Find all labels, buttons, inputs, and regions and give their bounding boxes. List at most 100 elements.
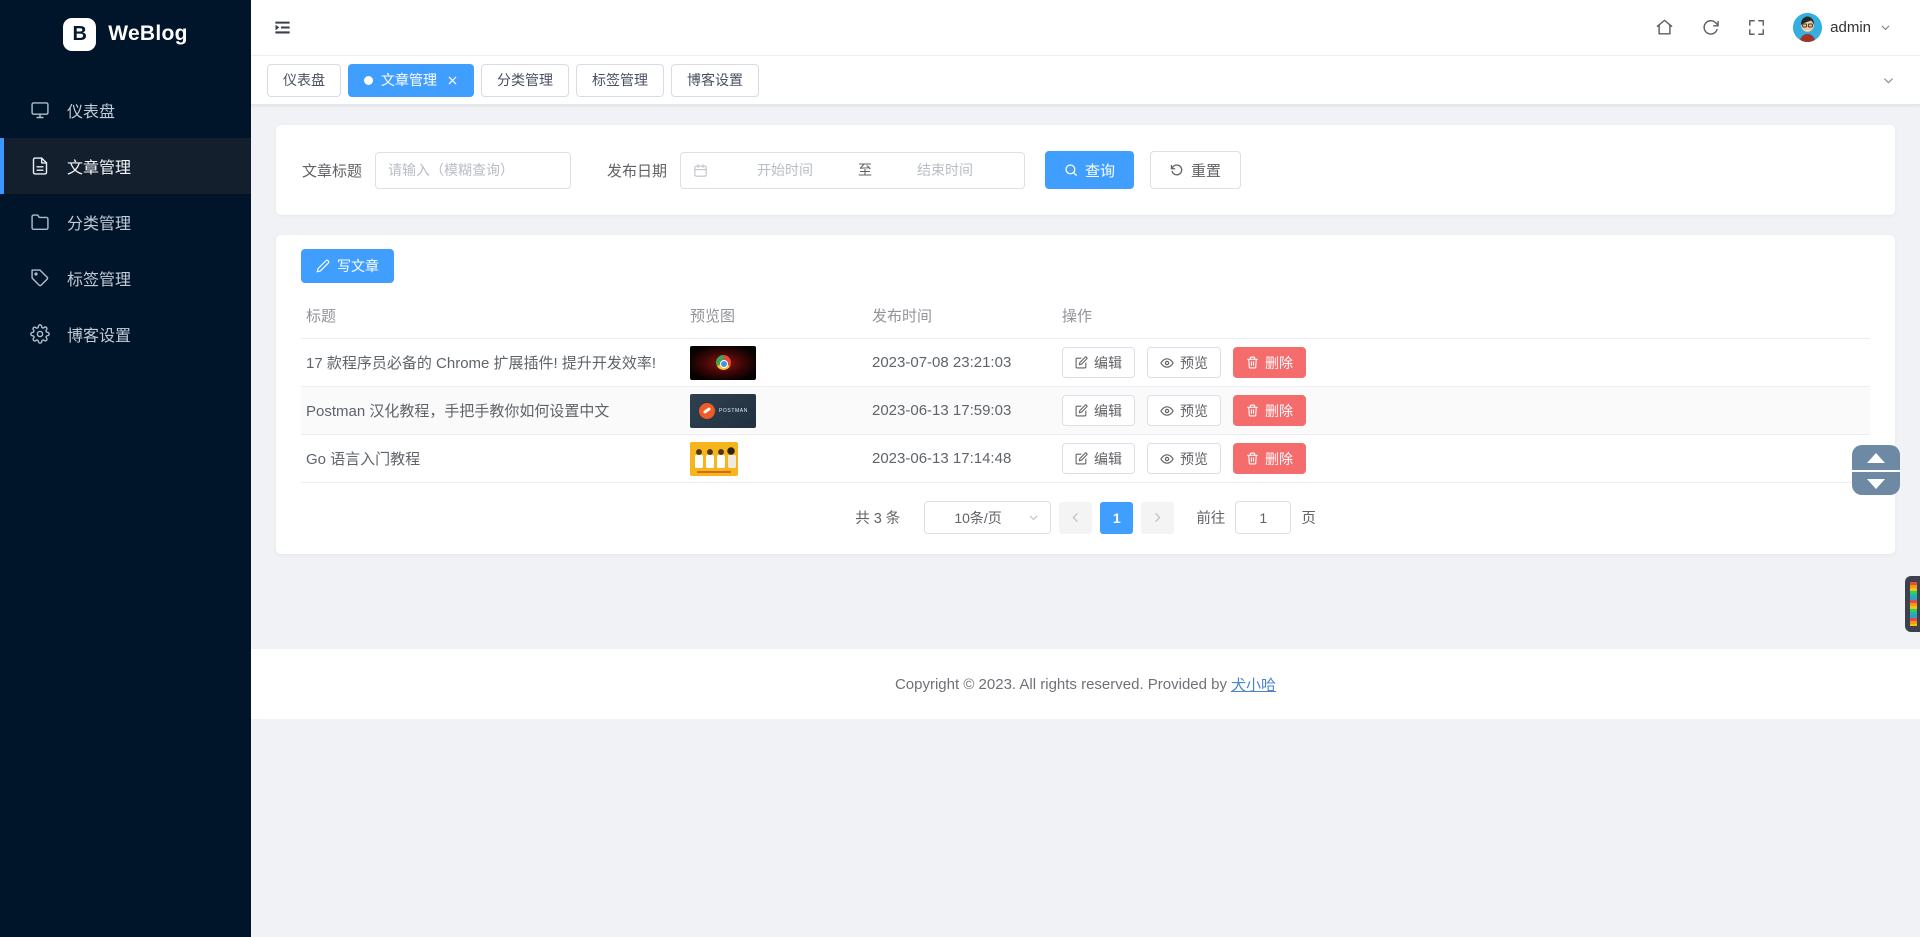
extension-handle[interactable]	[1905, 576, 1920, 632]
write-article-button[interactable]: 写文章	[301, 249, 394, 283]
sidebar-collapse-button[interactable]	[265, 10, 300, 45]
folder-icon	[30, 212, 50, 232]
preview-button[interactable]: 预览	[1147, 347, 1221, 378]
preview-button-label: 预览	[1180, 450, 1208, 467]
edit-button-label: 编辑	[1094, 354, 1122, 371]
end-date-placeholder[interactable]: 结束时间	[878, 160, 1012, 180]
article-published: 2023-06-13 17:14:48	[872, 450, 1012, 467]
sidebar-item-settings[interactable]: 博客设置	[0, 306, 251, 362]
edit-button-label: 编辑	[1094, 402, 1122, 419]
dashboard-icon	[30, 100, 50, 120]
preview-button-label: 预览	[1180, 402, 1208, 419]
refresh-icon[interactable]	[1701, 18, 1720, 37]
date-separator: 至	[858, 162, 873, 178]
sidebar: B WeBlog 仪表盘 文章管理 分类管理 标签管理 博客设置	[0, 0, 251, 937]
sidebar-item-tags[interactable]: 标签管理	[0, 250, 251, 306]
edit-button[interactable]: 编辑	[1062, 347, 1135, 378]
trash-icon	[1246, 404, 1259, 417]
eye-icon	[1160, 404, 1174, 418]
reset-button-label: 重置	[1191, 162, 1222, 180]
publish-date-label: 发布日期	[607, 162, 668, 180]
sidebar-item-label: 分类管理	[67, 216, 132, 233]
sidebar-item-label: 仪表盘	[67, 104, 116, 121]
tab-categories[interactable]: 分类管理	[481, 63, 569, 97]
date-range-picker[interactable]: 开始时间 至 结束时间	[680, 151, 1026, 189]
article-published: 2023-07-08 23:21:03	[872, 354, 1012, 371]
sidebar-item-dashboard[interactable]: 仪表盘	[0, 82, 251, 138]
home-icon[interactable]	[1655, 18, 1674, 37]
chevron-down-icon	[1879, 21, 1892, 34]
page-size-select[interactable]: 10条/页	[924, 501, 1052, 534]
sidebar-item-categories[interactable]: 分类管理	[0, 194, 251, 250]
sidebar-menu: 仪表盘 文章管理 分类管理 标签管理 博客设置	[0, 82, 251, 362]
row-actions: 编辑 预览 删除	[1062, 443, 1865, 474]
background-area	[251, 719, 1920, 937]
preview-button[interactable]: 预览	[1147, 395, 1221, 426]
tab-tags[interactable]: 标签管理	[576, 63, 664, 97]
delete-button[interactable]: 删除	[1233, 443, 1306, 474]
scroll-to-bottom-button[interactable]	[1852, 470, 1900, 495]
eye-icon	[1160, 356, 1174, 370]
article-title-label: 文章标题	[302, 162, 363, 180]
edit-button[interactable]: 编辑	[1062, 395, 1135, 426]
avatar	[1793, 13, 1823, 42]
row-actions: 编辑 预览 删除	[1062, 395, 1865, 426]
article-title: 17 款程序员必备的 Chrome 扩展插件! 提升开发效率!	[306, 355, 657, 372]
brand-logo[interactable]: B WeBlog	[0, 0, 251, 68]
reset-button[interactable]: 重置	[1150, 151, 1242, 189]
user-menu[interactable]: admin	[1793, 13, 1892, 42]
provider-link[interactable]: 犬小哈	[1231, 674, 1276, 695]
next-page-button[interactable]	[1141, 501, 1175, 534]
sidebar-item-articles[interactable]: 文章管理	[0, 138, 251, 194]
article-thumbnail	[690, 345, 756, 380]
sidebar-item-label: 博客设置	[67, 328, 132, 345]
delete-button-label: 删除	[1265, 354, 1293, 371]
article-published: 2023-06-13 17:59:03	[872, 402, 1012, 419]
brand-logo-icon: B	[63, 17, 97, 51]
tab-dashboard[interactable]: 仪表盘	[267, 63, 341, 97]
brand-name: WeBlog	[108, 22, 188, 45]
pagination-total: 共 3 条	[855, 511, 901, 527]
tab-settings[interactable]: 博客设置	[671, 63, 759, 97]
start-date-placeholder[interactable]: 开始时间	[718, 160, 852, 180]
scroll-widget	[1852, 445, 1900, 495]
tab-label: 分类管理	[497, 72, 553, 88]
edit-button[interactable]: 编辑	[1062, 443, 1135, 474]
edit-icon	[1075, 452, 1088, 465]
search-button-label: 查询	[1085, 162, 1116, 180]
goto-page-input[interactable]	[1235, 501, 1292, 534]
search-icon	[1064, 163, 1078, 177]
page-footer: Copyright © 2023. All rights reserved. P…	[251, 649, 1920, 719]
article-icon	[30, 156, 50, 176]
copyright-text: Copyright © 2023. All rights reserved. P…	[894, 675, 1228, 693]
column-actions: 操作	[1062, 308, 1093, 325]
table-row: Postman 汉化教程，手把手教你如何设置中文 POSTMAN 2023-06…	[301, 387, 1870, 435]
tab-label: 标签管理	[592, 72, 648, 88]
preview-button[interactable]: 预览	[1147, 443, 1221, 474]
article-title-input[interactable]	[375, 151, 572, 189]
column-published: 发布时间	[872, 308, 933, 325]
sidebar-item-label: 文章管理	[67, 160, 132, 177]
calendar-icon	[693, 163, 708, 178]
delete-button[interactable]: 删除	[1233, 395, 1306, 426]
delete-button[interactable]: 删除	[1233, 347, 1306, 378]
page-size-value: 10条/页	[954, 509, 1002, 526]
table-row: 17 款程序员必备的 Chrome 扩展插件! 提升开发效率! 2023-07-…	[301, 339, 1870, 387]
fullscreen-icon[interactable]	[1747, 18, 1766, 37]
tag-icon	[30, 268, 50, 288]
page-number-button[interactable]: 1	[1100, 501, 1134, 534]
tab-articles[interactable]: 文章管理	[348, 63, 474, 97]
tab-overflow-chevron-icon[interactable]	[1873, 69, 1904, 92]
close-icon[interactable]	[447, 75, 458, 86]
trash-icon	[1246, 452, 1259, 465]
tab-bar: 仪表盘 文章管理 分类管理 标签管理 博客设置	[251, 56, 1920, 105]
article-title: Go 语言入门教程	[306, 451, 421, 468]
pagination: 共 3 条 10条/页 1 前往 1 页	[301, 501, 1870, 534]
write-article-label: 写文章	[337, 258, 379, 274]
prev-page-button[interactable]	[1059, 501, 1093, 534]
search-button[interactable]: 查询	[1045, 151, 1135, 189]
scroll-to-top-button[interactable]	[1852, 445, 1900, 470]
color-strip-icon	[1910, 582, 1917, 626]
arrow-down-icon	[1867, 478, 1885, 489]
